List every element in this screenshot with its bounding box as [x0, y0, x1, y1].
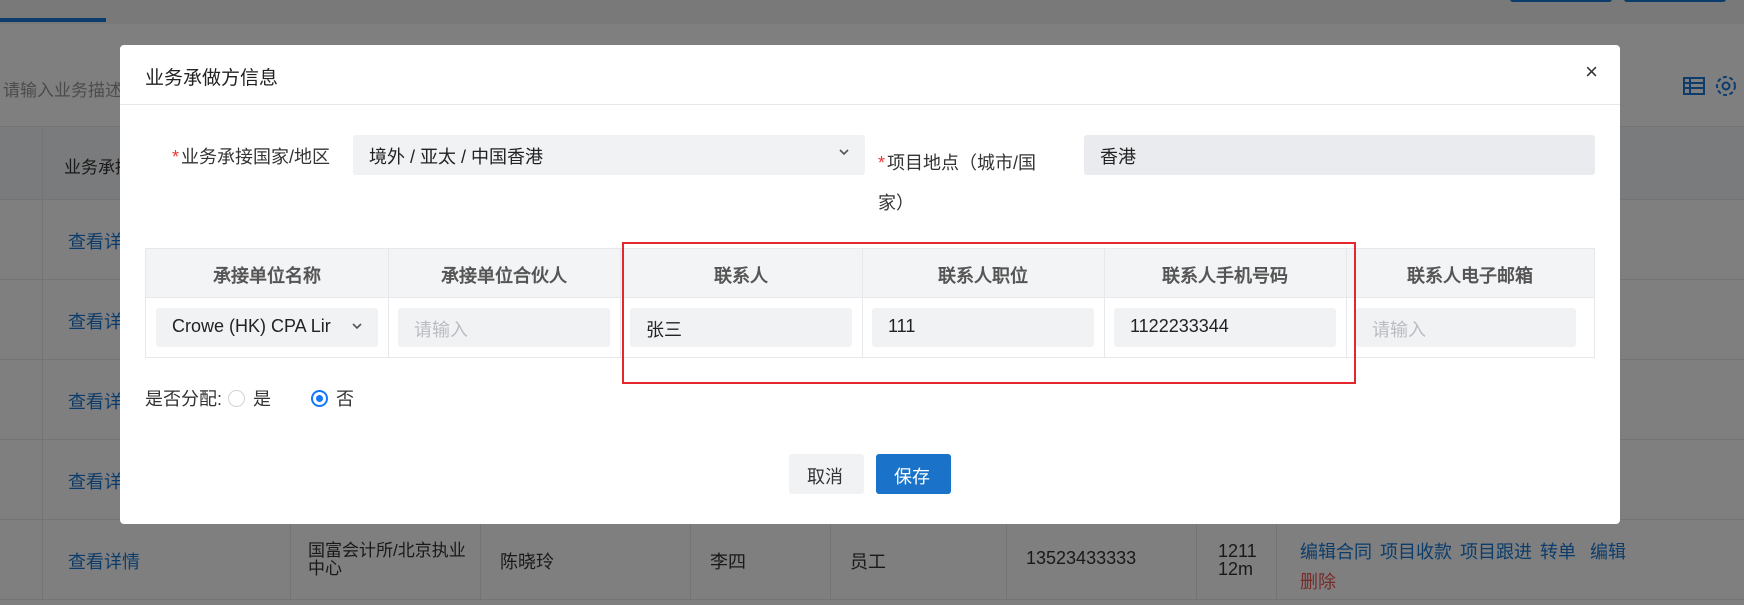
allocate-label: 是否分配:	[145, 389, 223, 409]
contact-email-input[interactable]: 请输入	[1356, 308, 1576, 347]
highlight-annotation-box	[622, 242, 1356, 384]
chevron-down-icon	[839, 149, 849, 156]
cancel-button[interactable]: 取消	[789, 454, 864, 494]
modal-header: 业务承做方信息 ×	[120, 45, 1620, 105]
location-value: 香港	[1100, 147, 1136, 167]
radio-no-label[interactable]: 否	[336, 385, 354, 411]
radio-yes[interactable]	[228, 389, 246, 407]
modal-title: 业务承做方信息	[145, 68, 279, 89]
location-input[interactable]: 香港	[1084, 135, 1595, 175]
chevron-down-icon	[352, 323, 362, 330]
radio-no[interactable]	[311, 389, 329, 407]
close-icon[interactable]: ×	[1585, 61, 1598, 83]
country-value: 境外 / 亚太 / 中国香港	[369, 147, 544, 167]
header-unit-partner: 承接单位合伙人	[441, 266, 567, 286]
unit-partner-placeholder: 请输入	[414, 320, 468, 340]
contact-email-placeholder: 请输入	[1372, 320, 1426, 340]
header-unit-name: 承接单位名称	[213, 266, 321, 286]
unit-name-value: Crowe (HK) CPA Lir	[172, 316, 331, 336]
header-contact-email: 联系人电子邮箱	[1407, 266, 1533, 286]
country-label: * 业务承接国家/地区	[172, 147, 331, 167]
location-label: * 项目地点（城市/国 家）	[878, 153, 1037, 213]
country-select[interactable]: 境外 / 亚太 / 中国香港	[353, 135, 865, 175]
unit-name-select[interactable]: Crowe (HK) CPA Lir	[156, 308, 378, 347]
radio-yes-label[interactable]: 是	[253, 385, 271, 411]
save-button[interactable]: 保存	[876, 454, 951, 494]
allocate-radio-group: 是否分配: 是 否	[145, 385, 354, 411]
unit-partner-input[interactable]: 请输入	[398, 308, 610, 347]
